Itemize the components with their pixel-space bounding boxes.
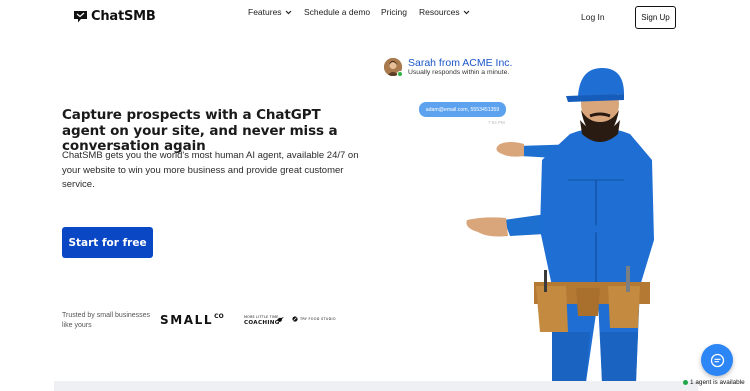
availability-dot [683, 380, 688, 385]
signup-button[interactable]: Sign Up [635, 6, 676, 29]
top-nav: ChatSMB Features Schedule a demo Pricing… [0, 0, 750, 38]
nav-features-label: Features [248, 7, 282, 17]
brand-name: ChatSMB [91, 9, 156, 24]
chevron-down-icon [285, 10, 291, 14]
online-dot [397, 71, 403, 77]
login-link[interactable]: Log In [581, 12, 605, 22]
chat-bubble-icon [74, 10, 87, 22]
chevron-down-icon [463, 10, 470, 14]
chat-icon [710, 353, 724, 367]
nav-resources-label: Resources [419, 7, 460, 17]
smallco-logo-suffix: CO [214, 313, 224, 320]
brand-logo[interactable]: ChatSMB [74, 9, 156, 24]
food-studio-logo-text: TRY FOOD STUDIO [300, 317, 336, 321]
coaching-logo-bottom: COACHING [244, 320, 280, 326]
hero-title: Capture prospects with a ChatGPT agent o… [62, 107, 338, 154]
chat-launcher-button[interactable] [701, 344, 733, 376]
nav-schedule-demo[interactable]: Schedule a demo [304, 7, 370, 17]
coaching-logo: MORE LITTLE TIME COACHING [244, 315, 280, 326]
bird-icon [277, 317, 284, 322]
food-studio-logo: TRY FOOD STUDIO [292, 316, 336, 322]
smallco-logo-text: SMALL [160, 313, 214, 327]
hero-person-image [466, 68, 654, 382]
nav-pricing[interactable]: Pricing [381, 7, 407, 17]
bottom-strip [54, 381, 698, 391]
smallco-logo: SMALLCO [160, 313, 224, 327]
nav-resources[interactable]: Resources [419, 7, 470, 17]
start-free-button[interactable]: Start for free [62, 227, 153, 258]
trusted-by-label: Trusted by small businesses like yours [62, 312, 151, 329]
nav-features[interactable]: Features [248, 7, 292, 17]
agent-availability-text: 1 agent is available [690, 379, 745, 386]
hero-subtitle: ChatSMB gets you the world's most human … [62, 150, 359, 190]
agent-availability: 1 agent is available [683, 379, 745, 386]
leaf-icon [292, 316, 298, 322]
